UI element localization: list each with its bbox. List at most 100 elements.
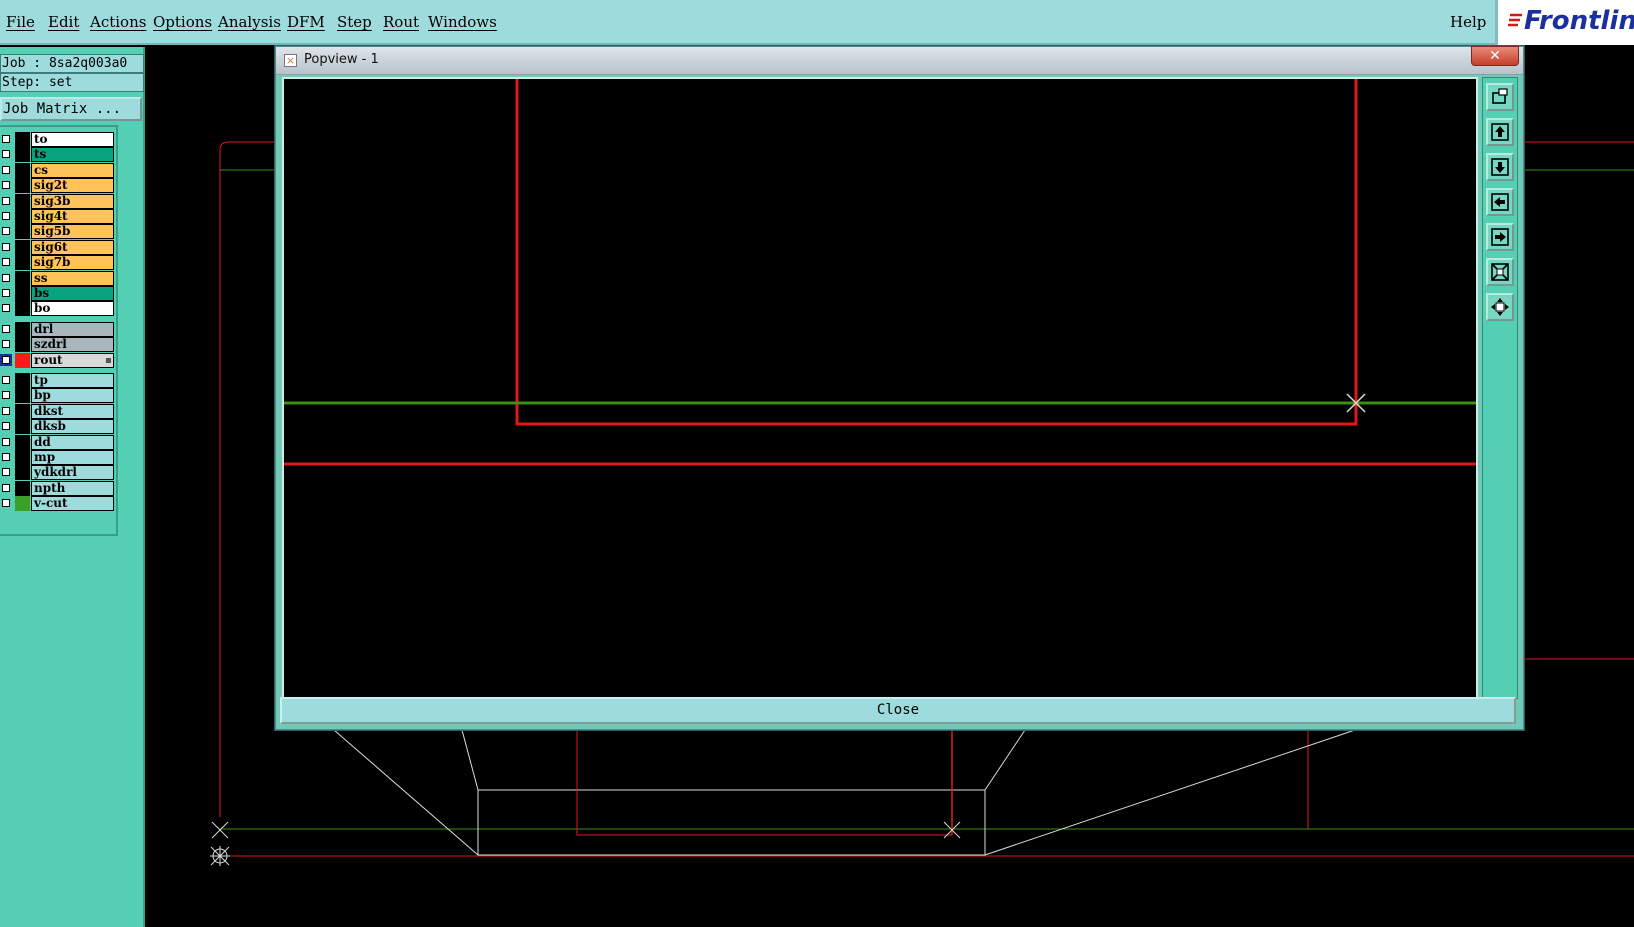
layer-checkbox[interactable] — [2, 483, 10, 492]
layer-checkbox[interactable] — [2, 468, 10, 477]
layer-name-dkst[interactable]: dkst — [31, 403, 114, 419]
job-matrix-button[interactable]: Job Matrix ... — [0, 97, 142, 121]
layer-name-sig4t[interactable]: sig4t — [31, 209, 114, 224]
layer-row[interactable]: dksb — [0, 419, 116, 435]
layer-name-drl[interactable]: drl — [31, 321, 114, 337]
layer-row[interactable]: szdrl — [0, 337, 116, 353]
layer-row[interactable]: drl — [0, 321, 116, 337]
layer-checkbox[interactable] — [2, 242, 10, 251]
layer-checkbox[interactable] — [2, 304, 10, 313]
layer-name-cs[interactable]: cs — [31, 162, 114, 178]
layer-row[interactable]: sig4t — [0, 209, 116, 224]
layer-row[interactable]: bp — [0, 388, 116, 404]
layer-row[interactable]: bo — [0, 301, 116, 317]
layer-row[interactable]: sig3b — [0, 193, 116, 209]
layer-name-rout[interactable]: rout — [31, 352, 114, 368]
menu-edit[interactable]: Edit — [48, 13, 79, 31]
popview-canvas[interactable] — [284, 79, 1476, 698]
layer-row[interactable]: npth — [0, 480, 116, 496]
pan-right-icon[interactable] — [1486, 223, 1514, 251]
layer-row[interactable]: ss — [0, 270, 116, 286]
popview-close-button[interactable]: Close — [280, 697, 1516, 724]
layer-row[interactable]: bs — [0, 286, 116, 301]
layer-row[interactable]: dd — [0, 434, 116, 450]
pan-down-icon[interactable] — [1486, 153, 1514, 181]
popview-titlebar[interactable]: × Popview - 1 ✕ — [276, 46, 1523, 75]
menu-analysis[interactable]: Analysis — [218, 13, 281, 31]
layer-row[interactable]: tp — [0, 373, 116, 388]
menu-rout[interactable]: Rout — [383, 13, 419, 31]
layer-checkbox[interactable] — [2, 135, 10, 143]
layer-checkbox[interactable] — [2, 453, 10, 461]
layer-row[interactable]: sig6t — [0, 239, 116, 255]
menu-step[interactable]: Step — [337, 13, 372, 31]
menu-file[interactable]: File — [6, 13, 35, 31]
layer-name-dksb[interactable]: dksb — [31, 419, 114, 435]
layer-name-ts[interactable]: ts — [31, 147, 114, 163]
layer-name-bs[interactable]: bs — [31, 286, 114, 301]
layer-name-to[interactable]: to — [31, 132, 114, 147]
zoom-out-icon[interactable] — [1486, 258, 1514, 286]
layer-row[interactable]: ts — [0, 147, 116, 163]
layer-row[interactable]: v-cut — [0, 496, 116, 512]
layer-name-ss[interactable]: ss — [31, 270, 114, 286]
layer-name-szdrl[interactable]: szdrl — [31, 337, 114, 353]
menu-actions[interactable]: Actions — [90, 13, 146, 31]
layer-checkbox[interactable] — [2, 422, 10, 431]
layer-name-sig7b[interactable]: sig7b — [31, 255, 114, 271]
layer-row[interactable]: ydkdrl — [0, 465, 116, 481]
layer-checkbox[interactable] — [2, 196, 10, 205]
layer-name-bo[interactable]: bo — [31, 301, 114, 317]
layer-row[interactable]: cs — [0, 162, 116, 178]
layer-checkbox[interactable] — [2, 340, 10, 349]
layer-name-dd[interactable]: dd — [31, 434, 114, 450]
layer-checkbox[interactable] — [2, 227, 10, 236]
zoom-in-icon[interactable] — [1486, 293, 1514, 321]
layer-name-sig5b[interactable]: sig5b — [31, 224, 114, 240]
window-close-button[interactable]: ✕ — [1471, 46, 1519, 66]
layer-name-npth[interactable]: npth — [31, 480, 114, 496]
layer-name-sig2t[interactable]: sig2t — [31, 178, 114, 194]
layer-checkbox[interactable] — [2, 289, 10, 297]
layer-checkbox[interactable] — [2, 324, 10, 333]
layer-row[interactable]: mp — [0, 450, 116, 465]
layer-checkbox[interactable] — [2, 165, 10, 174]
layer-checkbox[interactable] — [2, 273, 10, 282]
layer-row[interactable]: sig2t — [0, 178, 116, 194]
layer-name-tp[interactable]: tp — [31, 373, 114, 388]
layer-checkbox[interactable] — [2, 406, 10, 415]
layer-list: to ts cs sig2t sig3b sig4t sig5b sig6t sig7b ss bs… — [0, 125, 118, 536]
layer-color-swatch — [15, 301, 30, 317]
layer-checkbox[interactable] — [0, 353, 12, 366]
layer-row[interactable]: dkst — [0, 403, 116, 419]
layer-checkbox[interactable] — [2, 181, 10, 190]
menu-options[interactable]: Options — [153, 13, 212, 31]
layer-name-sig6t[interactable]: sig6t — [31, 239, 114, 255]
layer-checkbox[interactable] — [2, 499, 10, 508]
layer-name-sig3b[interactable]: sig3b — [31, 193, 114, 209]
layer-checkbox[interactable] — [2, 391, 10, 400]
menu-windows[interactable]: Windows — [428, 13, 497, 31]
popview-window: × Popview - 1 ✕ Close — [275, 46, 1524, 730]
layer-row[interactable]: sig7b — [0, 255, 116, 271]
layer-color-swatch — [15, 321, 30, 337]
pan-left-icon[interactable] — [1486, 188, 1514, 216]
layer-checkbox[interactable] — [2, 258, 10, 267]
menu-dfm[interactable]: DFM — [287, 13, 325, 31]
layer-row[interactable]: sig5b — [0, 224, 116, 240]
layer-row[interactable]: to — [0, 132, 116, 147]
layer-checkbox[interactable] — [2, 437, 10, 446]
brand-name: Frontline — [1524, 6, 1634, 36]
menu-help[interactable]: Help — [1450, 13, 1486, 31]
layer-name-ydkdrl[interactable]: ydkdrl — [31, 465, 114, 481]
layer-row[interactable]: rout — [0, 352, 116, 368]
layer-name-mp[interactable]: mp — [31, 450, 114, 465]
layer-color-swatch — [15, 434, 30, 450]
zoom-window-icon[interactable] — [1486, 83, 1514, 111]
layer-checkbox[interactable] — [2, 150, 10, 159]
layer-checkbox[interactable] — [2, 376, 10, 384]
layer-name-v-cut[interactable]: v-cut — [31, 496, 114, 512]
layer-name-bp[interactable]: bp — [31, 388, 114, 404]
pan-up-icon[interactable] — [1486, 118, 1514, 146]
layer-checkbox[interactable] — [2, 212, 10, 220]
